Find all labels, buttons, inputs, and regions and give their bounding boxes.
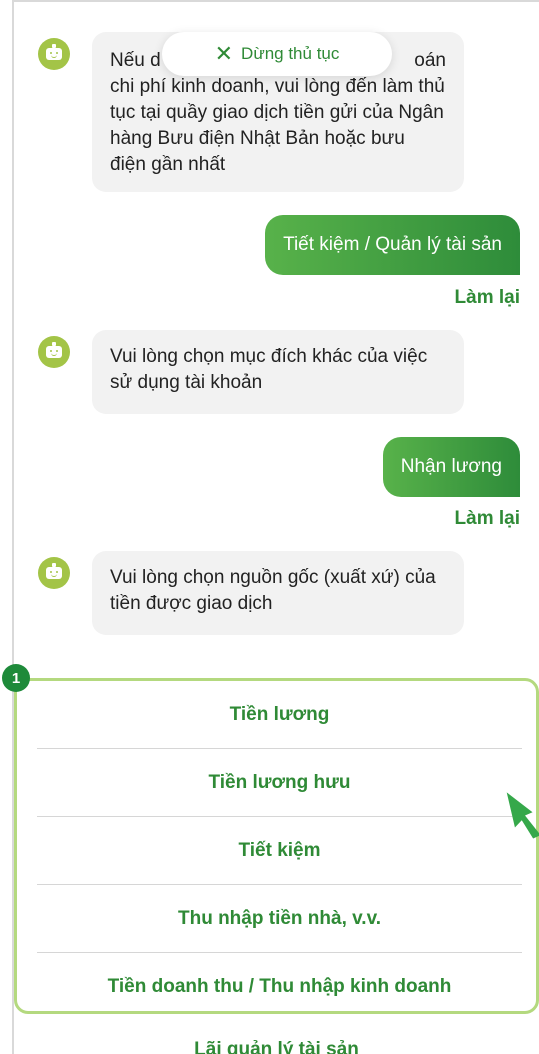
user-message: Nhận lương bbox=[382, 437, 520, 497]
user-message: Tiết kiệm / Quản lý tài sản bbox=[265, 215, 520, 275]
option-asset-management-interest[interactable]: Lãi quản lý tài sản bbox=[0, 1032, 539, 1054]
bot-avatar-icon bbox=[38, 336, 70, 368]
close-icon: ✕ bbox=[214, 41, 234, 66]
option-salary[interactable]: Tiền lương bbox=[37, 681, 522, 749]
stop-procedure-label: Dừng thủ tục bbox=[241, 44, 340, 63]
user-message-text: Tiết kiệm / Quản lý tài sản bbox=[283, 234, 502, 255]
option-pension[interactable]: Tiền lương hưu bbox=[37, 749, 522, 817]
redo-link[interactable]: Làm lại bbox=[455, 287, 520, 309]
bot-message-text: chi phí kinh doanh, vui lòng đến làm thủ… bbox=[110, 76, 445, 175]
option-savings[interactable]: Tiết kiệm bbox=[37, 817, 522, 885]
stop-procedure-button[interactable]: ✕ Dừng thủ tục bbox=[162, 32, 392, 76]
bot-avatar-icon bbox=[38, 557, 70, 589]
option-rental-income[interactable]: Thu nhập tiền nhà, v.v. bbox=[37, 885, 522, 953]
step-badge: 1 bbox=[2, 664, 30, 692]
redo-link[interactable]: Làm lại bbox=[455, 508, 520, 530]
option-list: Tiền lương Tiền lương hưu Tiết kiệm Thu … bbox=[14, 678, 539, 1014]
bot-avatar-icon bbox=[38, 38, 70, 70]
bot-message-text-start: Nếu d bbox=[110, 50, 161, 71]
option-business-income[interactable]: Tiền doanh thu / Thu nhập kinh doanh bbox=[37, 953, 522, 1021]
user-message-text: Nhận lương bbox=[400, 456, 502, 477]
bot-message: Vui lòng chọn mục đích khác của việc sử … bbox=[92, 330, 464, 414]
bot-message-text-cut: oán bbox=[414, 50, 446, 71]
pointer-arrow-icon bbox=[506, 792, 539, 839]
bot-message-text: Vui lòng chọn nguồn gốc (xuất xứ) của ti… bbox=[110, 567, 436, 614]
bot-message-text: Vui lòng chọn mục đích khác của việc sử … bbox=[110, 346, 428, 393]
frame-edge-top bbox=[12, 0, 539, 6]
bot-message: Vui lòng chọn nguồn gốc (xuất xứ) của ti… bbox=[92, 551, 464, 635]
